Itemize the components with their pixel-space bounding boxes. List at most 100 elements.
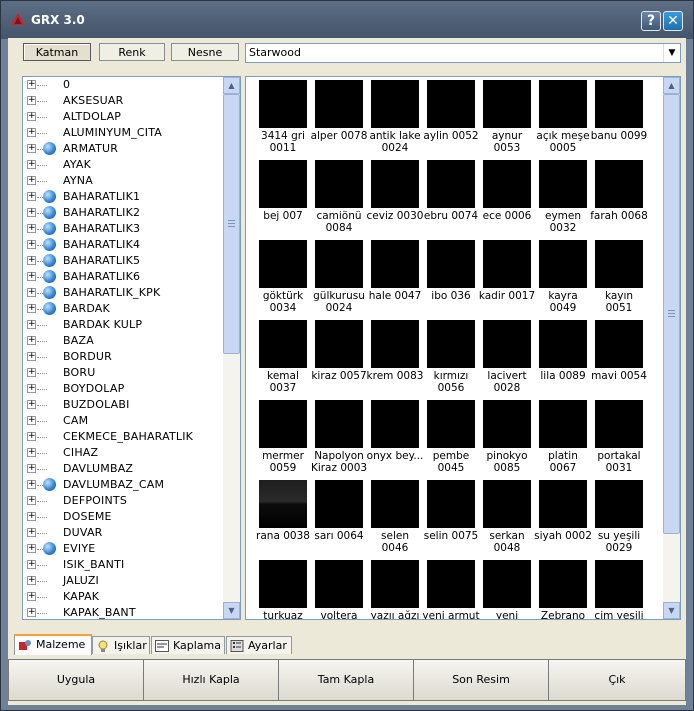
material-thumbnail[interactable] <box>259 400 307 448</box>
material-swatch[interactable]: yeni armut <box>422 557 480 619</box>
tree-item[interactable]: + DEFPOINTS <box>23 493 223 509</box>
material-swatch[interactable]: krem 0083 <box>366 317 423 397</box>
expand-icon[interactable]: + <box>27 208 36 217</box>
expand-icon[interactable]: + <box>27 240 36 249</box>
material-thumbnail[interactable] <box>259 160 307 208</box>
material-swatch[interactable]: camiönü 0084 <box>310 157 366 237</box>
tree-item[interactable]: + CEKMECE_BAHARATLIK <box>23 429 223 445</box>
material-swatch[interactable]: pinokyo 0085 <box>478 397 534 477</box>
tab-katman[interactable]: Katman <box>23 43 91 61</box>
material-thumbnail[interactable] <box>595 480 643 528</box>
material-swatch[interactable]: açık meşe 0005 <box>534 77 590 157</box>
material-swatch[interactable]: yeni yenge <box>478 557 534 619</box>
material-swatch[interactable]: aynur 0053 <box>478 77 534 157</box>
material-swatch[interactable]: göktürk 0034 <box>254 237 310 317</box>
tree-item[interactable]: + BORDUR <box>23 349 223 365</box>
tree-item[interactable]: +0 <box>23 77 223 93</box>
material-thumbnail[interactable] <box>483 240 531 288</box>
chevron-down-icon[interactable]: ▼ <box>663 44 680 62</box>
tab-nesne[interactable]: Nesne <box>171 43 239 61</box>
material-thumbnail[interactable] <box>259 320 307 368</box>
expand-icon[interactable]: + <box>27 96 36 105</box>
material-swatch[interactable]: çim yeşili <box>590 557 646 619</box>
expand-icon[interactable]: + <box>27 480 36 489</box>
material-swatch[interactable]: selin 0075 <box>422 477 478 557</box>
tree-item[interactable]: + BAHARATLIK6 <box>23 269 223 285</box>
close-button[interactable]: ✕ <box>663 11 683 31</box>
tree-item[interactable]: + AKSESUAR <box>23 93 223 109</box>
expand-icon[interactable]: + <box>27 272 36 281</box>
tree-item[interactable]: + ISIK_BANTI <box>23 557 223 573</box>
material-swatch[interactable]: yazıı ağzı <box>366 557 422 619</box>
expand-icon[interactable]: + <box>27 144 36 153</box>
material-swatch[interactable]: alper 0078 <box>310 77 367 157</box>
expand-icon[interactable]: + <box>27 464 36 473</box>
material-thumbnail[interactable] <box>483 320 531 368</box>
tree-item[interactable]: + DAVLUMBAZ <box>23 461 223 477</box>
tab-renk[interactable]: Renk <box>99 43 165 61</box>
material-swatch[interactable]: portakal 0031 <box>590 397 646 477</box>
material-swatch[interactable]: banu 0099 <box>590 77 647 157</box>
tree-item[interactable]: + ARMATUR <box>23 141 223 157</box>
tree-item[interactable]: + CAM <box>23 413 223 429</box>
expand-icon[interactable]: + <box>27 256 36 265</box>
material-thumbnail[interactable] <box>259 480 307 528</box>
expand-icon[interactable]: + <box>27 576 36 585</box>
material-thumbnail[interactable] <box>427 160 475 208</box>
tree-item[interactable]: + BAHARATLIK4 <box>23 237 223 253</box>
material-swatch[interactable]: kırmızı 0056 <box>422 317 478 397</box>
scroll-up-icon[interactable]: ▲ <box>663 77 680 94</box>
expand-icon[interactable]: + <box>27 352 36 361</box>
tab-ayarlar[interactable]: Ayarlar <box>226 636 292 654</box>
tree-item[interactable]: + BAZA <box>23 333 223 349</box>
material-thumbnail[interactable] <box>483 400 531 448</box>
scroll-up-icon[interactable]: ▲ <box>223 77 240 94</box>
material-thumbnail[interactable] <box>371 560 419 608</box>
material-thumbnail[interactable] <box>259 560 307 608</box>
expand-icon[interactable]: + <box>27 560 36 569</box>
material-thumbnail[interactable] <box>483 560 531 608</box>
material-thumbnail[interactable] <box>595 320 643 368</box>
scroll-down-icon[interactable]: ▼ <box>663 602 680 619</box>
scroll-down-icon[interactable]: ▼ <box>223 602 240 619</box>
material-thumbnail[interactable] <box>595 560 643 608</box>
material-swatch[interactable]: ceviz 0030 <box>366 157 423 237</box>
material-thumbnail[interactable] <box>595 240 643 288</box>
expand-icon[interactable]: + <box>27 416 36 425</box>
material-swatch[interactable]: mermer 0059 <box>254 397 310 477</box>
material-thumbnail[interactable] <box>539 560 587 608</box>
material-swatch[interactable]: aylin 0052 <box>422 77 479 157</box>
material-thumbnail[interactable] <box>483 160 531 208</box>
material-thumbnail[interactable] <box>539 160 587 208</box>
expand-icon[interactable]: + <box>27 368 36 377</box>
exit-button[interactable]: Çık <box>548 659 686 701</box>
material-thumbnail[interactable] <box>315 160 363 208</box>
material-swatch[interactable]: bej 007 <box>254 157 310 237</box>
material-swatch[interactable]: Zebrano <box>534 557 590 619</box>
expand-icon[interactable]: + <box>27 176 36 185</box>
apply-button[interactable]: Uygula <box>8 659 144 701</box>
material-swatch[interactable]: gülkurusu 0024 <box>310 237 366 317</box>
material-thumbnail[interactable] <box>371 80 419 128</box>
material-thumbnail[interactable] <box>259 240 307 288</box>
tree-item[interactable]: + ALTDOLAP <box>23 109 223 125</box>
expand-icon[interactable]: + <box>27 304 36 313</box>
material-swatch[interactable]: ibo 036 <box>422 237 478 317</box>
tree-item[interactable]: + DOSEME <box>23 509 223 525</box>
grid-scrollbar[interactable]: ▲ ▼ <box>663 77 680 619</box>
material-thumbnail[interactable] <box>315 400 363 448</box>
tree-item[interactable]: + DUVAR <box>23 525 223 541</box>
material-thumbnail[interactable] <box>539 400 587 448</box>
material-thumbnail[interactable] <box>371 240 419 288</box>
expand-icon[interactable]: + <box>27 128 36 137</box>
expand-icon[interactable]: + <box>27 320 36 329</box>
material-swatch[interactable]: kemal 0037 <box>254 317 310 397</box>
material-thumbnail[interactable] <box>371 400 419 448</box>
tree-item[interactable]: + EVIYE <box>23 541 223 557</box>
expand-icon[interactable]: + <box>27 448 36 457</box>
material-swatch[interactable]: siyah 0002 <box>534 477 592 557</box>
tree-item[interactable]: + BAHARATLIK_KPK <box>23 285 223 301</box>
material-thumbnail[interactable] <box>315 560 363 608</box>
material-thumbnail[interactable] <box>259 80 307 128</box>
material-swatch[interactable]: eymen 0032 <box>534 157 590 237</box>
